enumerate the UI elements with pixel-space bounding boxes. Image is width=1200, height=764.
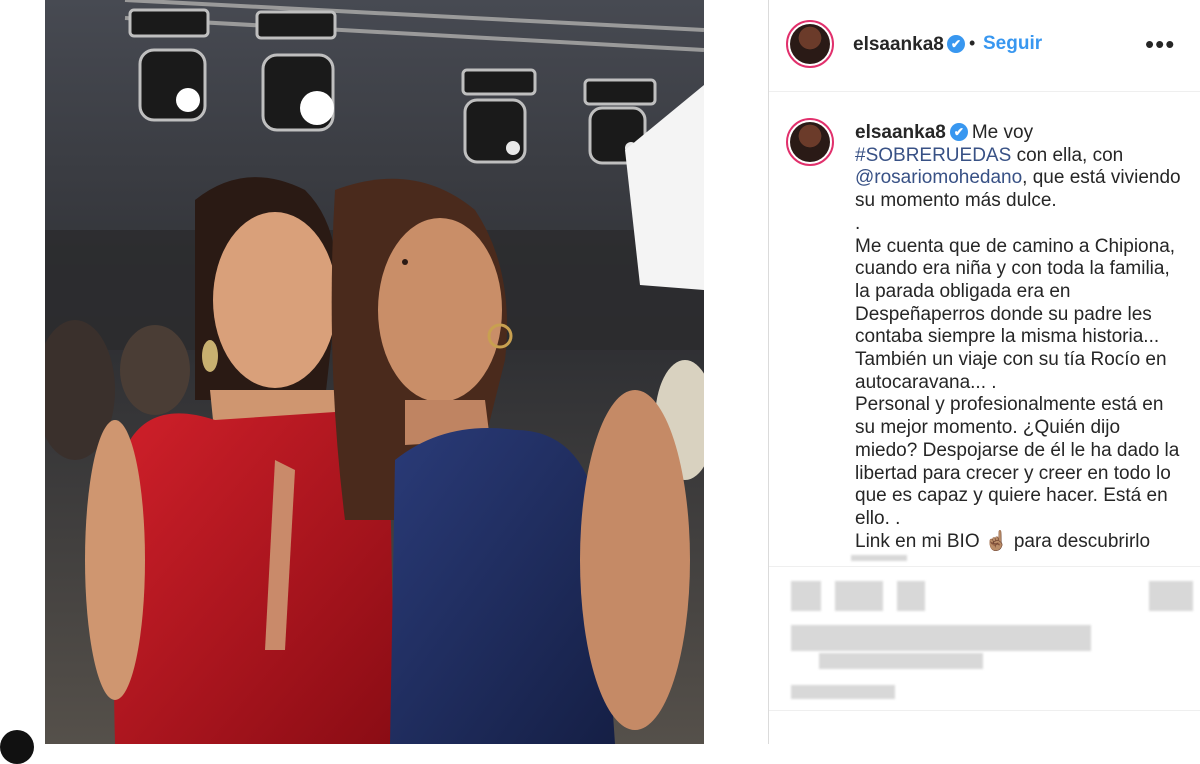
avatar-image [790, 122, 830, 162]
pixelated-block [897, 581, 925, 611]
divider [769, 710, 1200, 711]
caption-line: Link en mi BIO ☝🏽 para descubrirlo [855, 531, 1185, 554]
pixelated-block [791, 625, 1091, 651]
caption-line: elsaanka8 ✔ Me voy #SOBRERUEDAS con ella, … [855, 122, 1185, 213]
pixelated-block [819, 653, 983, 669]
mention-link[interactable]: @rosariomohedano [855, 167, 1022, 188]
author-avatar[interactable] [786, 20, 834, 68]
verified-badge-icon: ✔ [949, 123, 968, 141]
pixelated-block [791, 581, 821, 611]
pixelated-block [1149, 581, 1193, 611]
post-header: elsaanka8 ✔ • Seguir ••• [769, 0, 1200, 92]
pixelated-comments-area [769, 555, 1200, 745]
follow-button[interactable]: Seguir [983, 33, 1042, 55]
caption-username[interactable]: elsaanka8 [855, 122, 946, 143]
post-side-panel: elsaanka8 ✔ • Seguir ••• elsaanka8 ✔ Me vo… [768, 0, 1200, 744]
caption-text: elsaanka8 ✔ Me voy #SOBRERUEDAS con ella, … [855, 122, 1185, 553]
hashtag-link[interactable]: #SOBRERUEDAS [855, 145, 1011, 166]
more-options-icon[interactable]: ••• [1145, 29, 1175, 60]
caption-paragraph: Personal y profesionalmente está en su m… [855, 394, 1180, 529]
caption-avatar[interactable] [786, 118, 834, 166]
separator-dot: • [969, 33, 976, 53]
pixelated-block [851, 555, 907, 561]
avatar-image [790, 24, 830, 64]
caption-line: . [855, 212, 861, 234]
author-username[interactable]: elsaanka8 [853, 34, 944, 56]
verified-badge-icon: ✔ [947, 35, 965, 53]
pointing-up-hand-icon: ☝🏽 [984, 530, 1009, 552]
post-photo[interactable] [45, 0, 704, 744]
pixelated-block [835, 581, 883, 611]
caption-text-segment: Link en mi BIO [855, 530, 980, 552]
carousel-indicator-icon[interactable] [0, 730, 34, 764]
pixelated-block [791, 685, 895, 699]
caption-text-segment: con ella, con [1016, 144, 1124, 166]
caption-text-segment: para descubrirlo [1013, 530, 1151, 552]
media-area [0, 0, 768, 764]
caption-paragraph: Me cuenta que de camino a Chipiona, cuan… [855, 235, 1176, 393]
post-photo-illustration [45, 0, 704, 744]
caption-text-segment: Me voy [971, 122, 1034, 143]
